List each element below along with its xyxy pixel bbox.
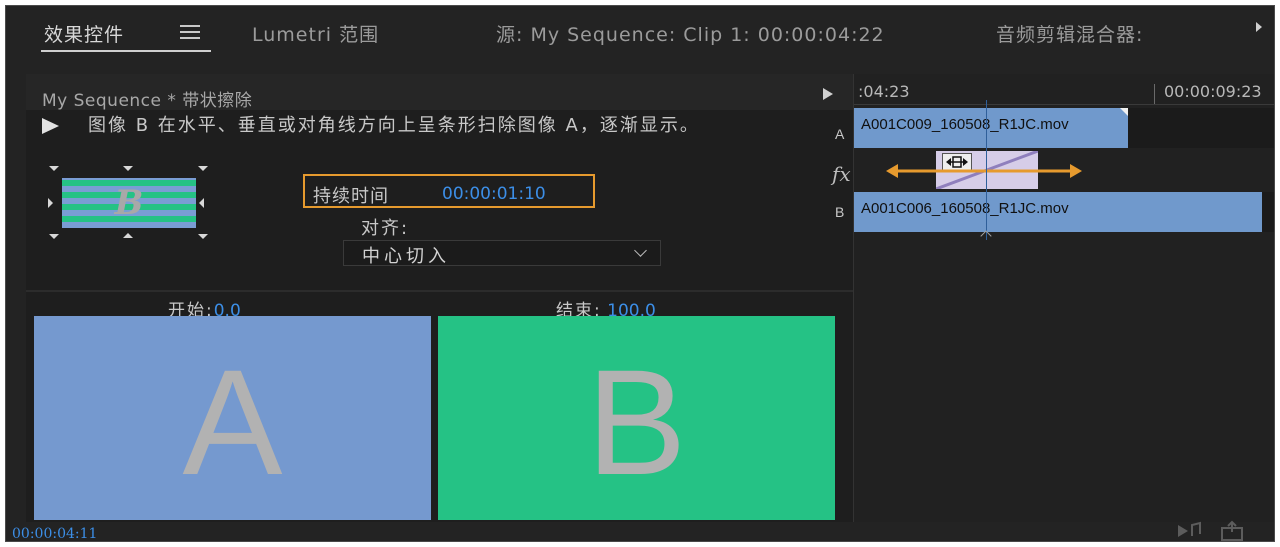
active-tab-underline xyxy=(41,50,211,52)
handle-nw-icon[interactable] xyxy=(49,166,59,171)
preview-a-letter: A xyxy=(182,338,283,506)
handle-n-icon[interactable] xyxy=(123,166,133,171)
sequence-title: My Sequence * 带状擦除 xyxy=(42,91,253,111)
clip-a[interactable]: A001C009_160508_R1JC.mov xyxy=(854,108,1128,148)
clip-end-marker-icon xyxy=(1120,108,1128,116)
chevron-down-icon xyxy=(634,244,647,257)
preview-a[interactable]: A xyxy=(34,316,431,520)
handle-e-icon[interactable] xyxy=(199,198,204,208)
drag-direction-arrows-icon xyxy=(886,164,1082,178)
clip-b[interactable]: A001C006_160508_R1JC.mov xyxy=(854,192,1262,232)
mini-timeline: :04:23 00:00:09:23 A001C009_160508_R1JC.… xyxy=(854,74,1274,522)
handle-se-icon[interactable] xyxy=(198,234,208,239)
ruler-end-time: 00:00:09:23 xyxy=(1164,82,1262,101)
clip-b-name: A001C006_160508_R1JC.mov xyxy=(861,200,1069,217)
ruler-start-time: :04:23 xyxy=(858,82,910,101)
divider xyxy=(26,290,853,292)
handle-sw-icon[interactable] xyxy=(49,234,59,239)
duration-label: 持续时间 xyxy=(313,186,389,207)
handle-ne-icon[interactable] xyxy=(198,166,208,171)
alignment-select[interactable]: 中心切入 xyxy=(343,240,661,267)
export-frame-icon[interactable] xyxy=(1221,520,1243,541)
effect-controls-window: 效果控件 Lumetri 范围 源: My Sequence: Clip 1: … xyxy=(5,5,1275,542)
thumbnail-letter: B xyxy=(114,183,144,223)
alignment-label: 对齐: xyxy=(361,218,410,239)
tab-effect-controls[interactable]: 效果控件 xyxy=(44,20,124,47)
sequence-header: My Sequence * 带状擦除 xyxy=(26,74,853,111)
alignment-value: 中心切入 xyxy=(362,246,450,267)
panel-tab-bar: 效果控件 Lumetri 范围 源: My Sequence: Clip 1: … xyxy=(6,6,1274,68)
transition-description: 图像 B 在水平、垂直或对角线方向上呈条形扫除图像 A，逐渐显示。 xyxy=(88,115,700,136)
track-b-label: B xyxy=(835,204,845,220)
duration-field: 持续时间 00:00:01:10 xyxy=(303,174,595,208)
handle-s-icon[interactable] xyxy=(123,233,133,238)
preview-b[interactable]: B xyxy=(438,316,835,520)
handle-w-icon[interactable] xyxy=(48,198,53,208)
tab-lumetri-scopes[interactable]: Lumetri 范围 xyxy=(252,20,379,47)
play-preview-icon[interactable] xyxy=(42,118,59,134)
track-a-label: A xyxy=(835,126,845,142)
ruler-tick xyxy=(1154,84,1155,104)
transition-thumbnail: B xyxy=(62,178,196,228)
export-audio-icon[interactable] xyxy=(1178,521,1201,537)
duration-value[interactable]: 00:00:01:10 xyxy=(442,184,546,204)
playhead-marker-icon[interactable] xyxy=(980,230,992,242)
ruler-baseline xyxy=(854,104,1274,105)
bottom-toolbar xyxy=(1178,520,1243,541)
tab-source-monitor[interactable]: 源: My Sequence: Clip 1: 00:00:04:22 xyxy=(496,20,885,47)
fx-icon: fx xyxy=(832,162,851,186)
current-time-display[interactable]: 00:00:04:11 xyxy=(12,526,97,541)
tab-audio-clip-mixer[interactable]: 音频剪辑混合器: xyxy=(996,20,1143,47)
panel-menu-icon[interactable] xyxy=(180,25,200,39)
tab-overflow-icon[interactable] xyxy=(1256,22,1262,32)
preview-b-letter: B xyxy=(586,338,687,506)
effect-controls-panel: My Sequence * 带状擦除 图像 B 在水平、垂直或对角线方向上呈条形… xyxy=(26,74,853,522)
playhead[interactable] xyxy=(986,100,987,240)
play-transition-icon[interactable] xyxy=(823,88,833,100)
clip-a-name: A001C009_160508_R1JC.mov xyxy=(861,116,1069,133)
